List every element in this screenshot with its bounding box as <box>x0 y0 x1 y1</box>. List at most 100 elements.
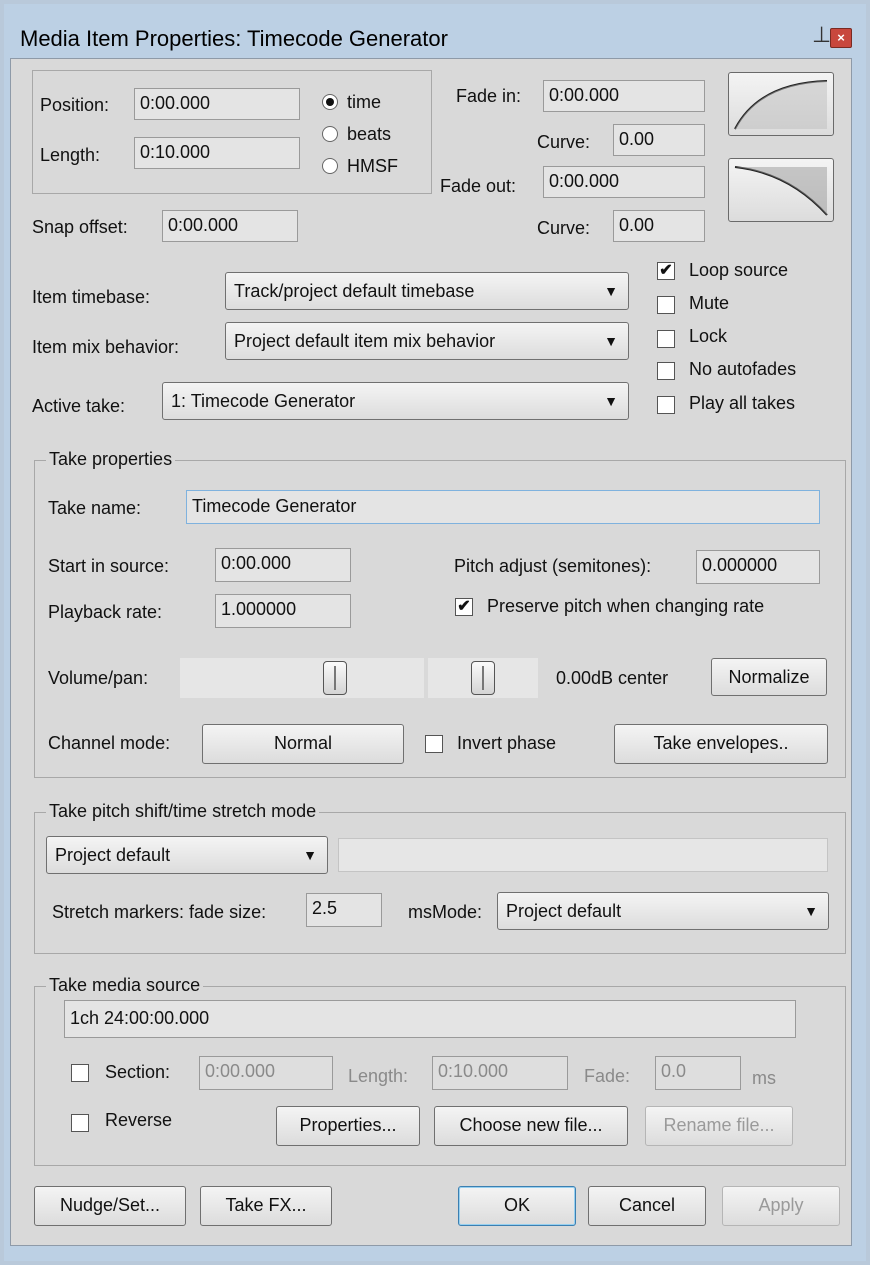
pan-slider-thumb[interactable] <box>471 661 495 695</box>
play-all-takes-label: Play all takes <box>689 393 796 413</box>
pitch-adjust-label: Pitch adjust (semitones): <box>454 556 652 576</box>
pitch-adjust-field[interactable]: 0.000000 <box>696 550 820 584</box>
fade-in-curve-icon <box>734 80 828 130</box>
media-source-heading: Take media source <box>46 975 204 996</box>
section-label: Section: <box>105 1062 171 1082</box>
volume-slider-thumb[interactable] <box>323 661 347 695</box>
section-length-label: Length: <box>348 1066 409 1086</box>
channel-mode-label: Channel mode: <box>48 733 171 753</box>
active-take-value: 1: Timecode Generator <box>171 391 356 411</box>
choose-new-file-button[interactable]: Choose new file... <box>434 1106 628 1146</box>
reverse-label: Reverse <box>105 1110 173 1130</box>
length-field[interactable]: 0:10.000 <box>134 137 300 169</box>
rename-file-button[interactable]: Rename file... <box>645 1106 793 1146</box>
mute-label: Mute <box>689 293 730 313</box>
take-name-label: Take name: <box>48 498 142 518</box>
fade-in-curve-label: Curve: <box>537 132 591 152</box>
stretch-markers-label: Stretch markers: fade size: <box>52 902 267 922</box>
section-field[interactable]: 0:00.000 <box>199 1056 333 1090</box>
pitch-shift-submode-field[interactable] <box>338 838 828 872</box>
radio-hmsf[interactable] <box>322 158 338 174</box>
no-autofades-checkbox[interactable] <box>657 362 675 380</box>
item-mix-select[interactable]: Project default item mix behavior ▼ <box>225 322 629 360</box>
chevron-down-icon: ▼ <box>604 393 618 409</box>
lock-checkbox[interactable] <box>657 330 675 348</box>
radio-beats[interactable] <box>322 126 338 142</box>
item-mix-label: Item mix behavior: <box>32 337 180 357</box>
fade-out-shape-button[interactable] <box>728 158 834 222</box>
chevron-down-icon: ▼ <box>604 283 618 299</box>
chevron-down-icon: ▼ <box>604 333 618 349</box>
stretch-mode-value: Project default <box>506 901 622 921</box>
section-checkbox[interactable] <box>71 1064 89 1082</box>
start-in-source-label: Start in source: <box>48 556 170 576</box>
channel-mode-button[interactable]: Normal <box>202 724 404 764</box>
radio-beats-label: beats <box>347 124 392 144</box>
fade-in-curve-field[interactable]: 0.00 <box>613 124 705 156</box>
active-take-select[interactable]: 1: Timecode Generator ▼ <box>162 382 629 420</box>
pan-slider[interactable] <box>428 658 538 698</box>
pitch-shift-mode-select[interactable]: Project default ▼ <box>46 836 328 874</box>
fade-out-curve-label: Curve: <box>537 218 591 238</box>
snap-offset-field[interactable]: 0:00.000 <box>162 210 298 242</box>
media-source-field: 1ch 24:00:00.000 <box>64 1000 796 1038</box>
no-autofades-label: No autofades <box>689 359 797 379</box>
fade-in-field[interactable]: 0:00.000 <box>543 80 705 112</box>
section-length-field[interactable]: 0:10.000 <box>432 1056 568 1090</box>
radio-time-label: time <box>347 92 382 112</box>
preserve-pitch-label: Preserve pitch when changing rate <box>487 596 765 616</box>
invert-phase-checkbox[interactable] <box>425 735 443 753</box>
snap-offset-label: Snap offset: <box>32 217 128 237</box>
take-fx-button[interactable]: Take FX... <box>200 1186 332 1226</box>
active-take-label: Active take: <box>32 396 126 416</box>
section-fade-field[interactable]: 0.0 <box>655 1056 741 1090</box>
fade-in-shape-button[interactable] <box>728 72 834 136</box>
apply-button[interactable]: Apply <box>722 1186 840 1226</box>
ok-button[interactable]: OK <box>458 1186 576 1226</box>
stretch-mode-label: Mode: <box>432 902 483 922</box>
nudge-set-button[interactable]: Nudge/Set... <box>34 1186 186 1226</box>
reverse-checkbox[interactable] <box>71 1114 89 1132</box>
fade-size-ms-label: ms <box>408 902 432 922</box>
cancel-button[interactable]: Cancel <box>588 1186 706 1226</box>
chevron-down-icon: ▼ <box>804 903 818 919</box>
pitch-shift-mode-value: Project default <box>55 845 171 865</box>
chevron-down-icon: ▼ <box>303 847 317 863</box>
normalize-button[interactable]: Normalize <box>711 658 827 696</box>
item-timebase-label: Item timebase: <box>32 287 151 307</box>
preserve-pitch-checkbox[interactable]: ✔ <box>455 598 473 616</box>
section-fade-label: Fade: <box>584 1066 631 1086</box>
radio-time[interactable] <box>322 94 338 110</box>
take-envelopes-button[interactable]: Take envelopes.. <box>614 724 828 764</box>
fade-out-curve-icon <box>734 166 828 216</box>
section-fade-ms-label: ms <box>752 1068 776 1088</box>
radio-hmsf-label: HMSF <box>347 156 398 176</box>
lock-label: Lock <box>689 326 728 346</box>
take-properties-heading: Take properties <box>46 449 176 470</box>
item-timebase-value: Track/project default timebase <box>234 281 475 301</box>
take-name-field[interactable]: Timecode Generator <box>186 490 820 524</box>
properties-button[interactable]: Properties... <box>276 1106 420 1146</box>
position-field[interactable]: 0:00.000 <box>134 88 300 120</box>
play-all-takes-checkbox[interactable] <box>657 396 675 414</box>
playback-rate-field[interactable]: 1.000000 <box>215 594 351 628</box>
item-timebase-select[interactable]: Track/project default timebase ▼ <box>225 272 629 310</box>
stretch-mode-select[interactable]: Project default ▼ <box>497 892 829 930</box>
loop-source-checkbox[interactable]: ✔ <box>657 262 675 280</box>
pitch-shift-group <box>34 812 846 954</box>
fade-size-field[interactable]: 2.5 <box>306 893 382 927</box>
invert-phase-label: Invert phase <box>457 733 557 753</box>
fade-out-curve-field[interactable]: 0.00 <box>613 210 705 242</box>
pitch-shift-heading: Take pitch shift/time stretch mode <box>46 801 320 822</box>
volume-pan-readout: 0.00dB center <box>556 668 669 688</box>
fade-out-label: Fade out: <box>440 176 517 196</box>
playback-rate-label: Playback rate: <box>48 602 163 622</box>
start-in-source-field[interactable]: 0:00.000 <box>215 548 351 582</box>
volume-slider[interactable] <box>180 658 424 698</box>
position-label: Position: <box>40 95 110 115</box>
pin-icon[interactable]: ⊥ <box>812 22 831 48</box>
loop-source-label: Loop source <box>689 260 789 280</box>
close-icon[interactable]: × <box>830 28 852 48</box>
fade-out-field[interactable]: 0:00.000 <box>543 166 705 198</box>
mute-checkbox[interactable] <box>657 296 675 314</box>
